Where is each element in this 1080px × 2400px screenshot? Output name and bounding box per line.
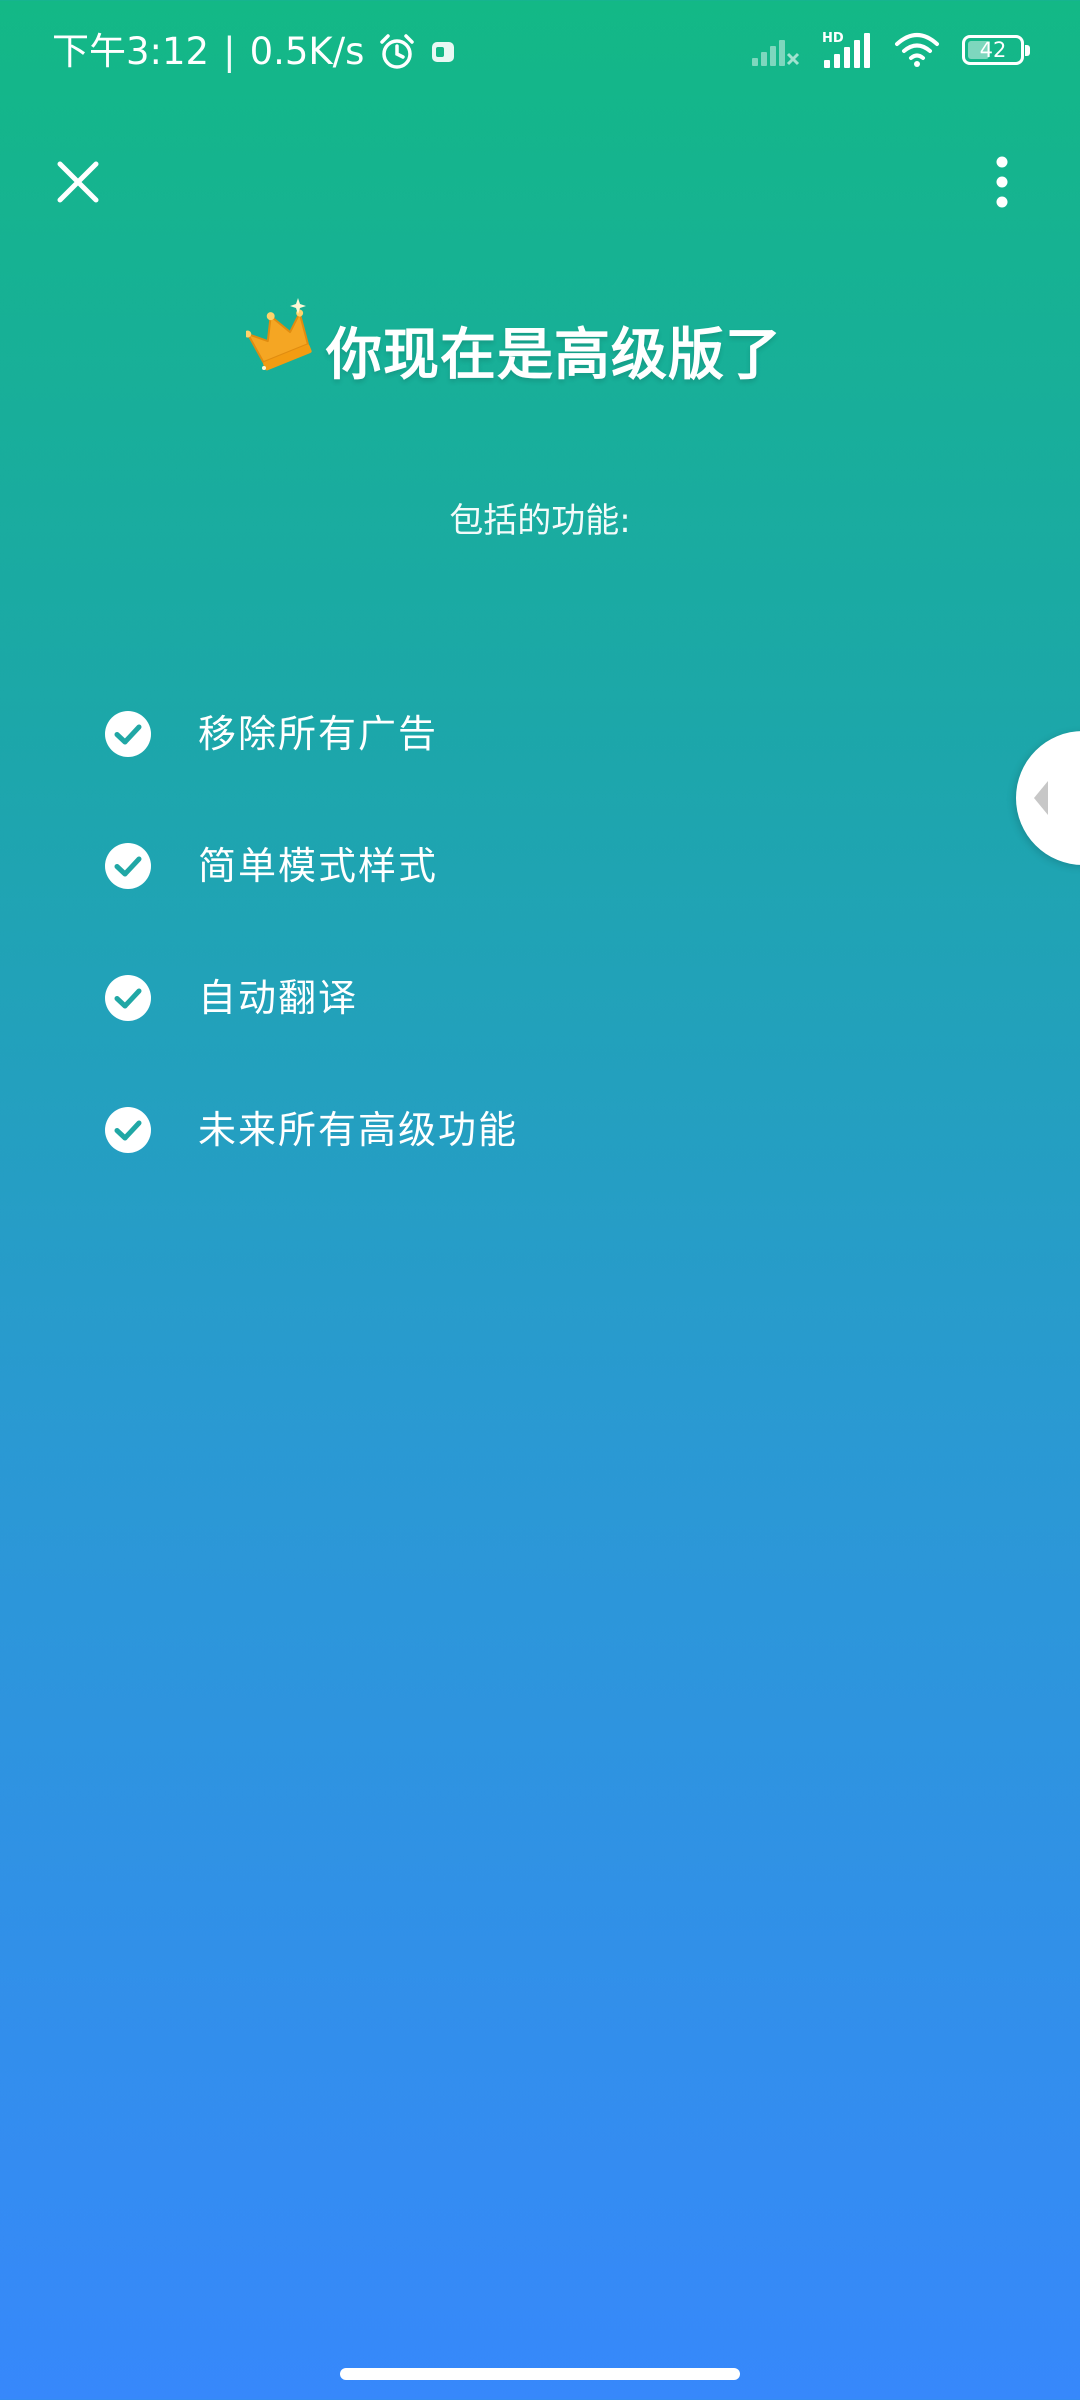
check-circle-icon	[105, 975, 151, 1021]
close-icon	[57, 161, 99, 203]
signal-icon	[750, 32, 800, 68]
wifi-icon	[894, 32, 940, 68]
status-bar: 下午3:12 | 0.5K/s HD 42	[0, 0, 1080, 100]
chevron-left-icon	[1034, 781, 1048, 815]
hd-label: HD	[822, 31, 844, 46]
feature-item: 简单模式样式	[104, 800, 518, 932]
features-list: 移除所有广告 简单模式样式 自动翻译 未来所有高级功能	[104, 668, 518, 1196]
hd-signal-icon: HD	[822, 30, 872, 70]
feature-label: 自动翻译	[198, 976, 359, 1020]
title-section: 你现在是高级版了	[0, 286, 1080, 396]
status-separator: |	[223, 30, 236, 73]
side-drawer-handle[interactable]	[1016, 731, 1080, 865]
feature-label: 移除所有广告	[198, 712, 439, 756]
check-circle-icon	[105, 1107, 151, 1153]
status-left: 下午3:12 | 0.5K/s	[52, 27, 456, 77]
crown-icon	[246, 298, 312, 371]
status-right: HD 42	[750, 30, 1030, 70]
feature-item: 移除所有广告	[104, 668, 518, 800]
more-vertical-icon	[996, 156, 1008, 208]
check-circle-icon	[105, 843, 151, 889]
status-time: 下午3:12	[52, 30, 210, 73]
features-subtitle: 包括的功能:	[449, 501, 631, 541]
feature-label: 未来所有高级功能	[198, 1108, 519, 1152]
check-circle-icon	[105, 711, 151, 757]
battery-level: 42	[979, 38, 1007, 62]
title-inner: 你现在是高级版了	[246, 286, 782, 396]
battery-icon: 42	[962, 35, 1030, 65]
home-indicator[interactable]	[340, 2368, 740, 2380]
network-speed: 0.5K/s	[249, 30, 365, 73]
alarm-icon	[378, 33, 416, 71]
close-button[interactable]	[46, 150, 110, 214]
feature-item: 自动翻译	[104, 932, 518, 1064]
feature-item: 未来所有高级功能	[104, 1064, 518, 1196]
more-options-button[interactable]	[972, 152, 1032, 212]
page-title: 你现在是高级版了	[326, 323, 782, 388]
feature-label: 简单模式样式	[198, 844, 439, 888]
notification-icon	[430, 39, 456, 65]
